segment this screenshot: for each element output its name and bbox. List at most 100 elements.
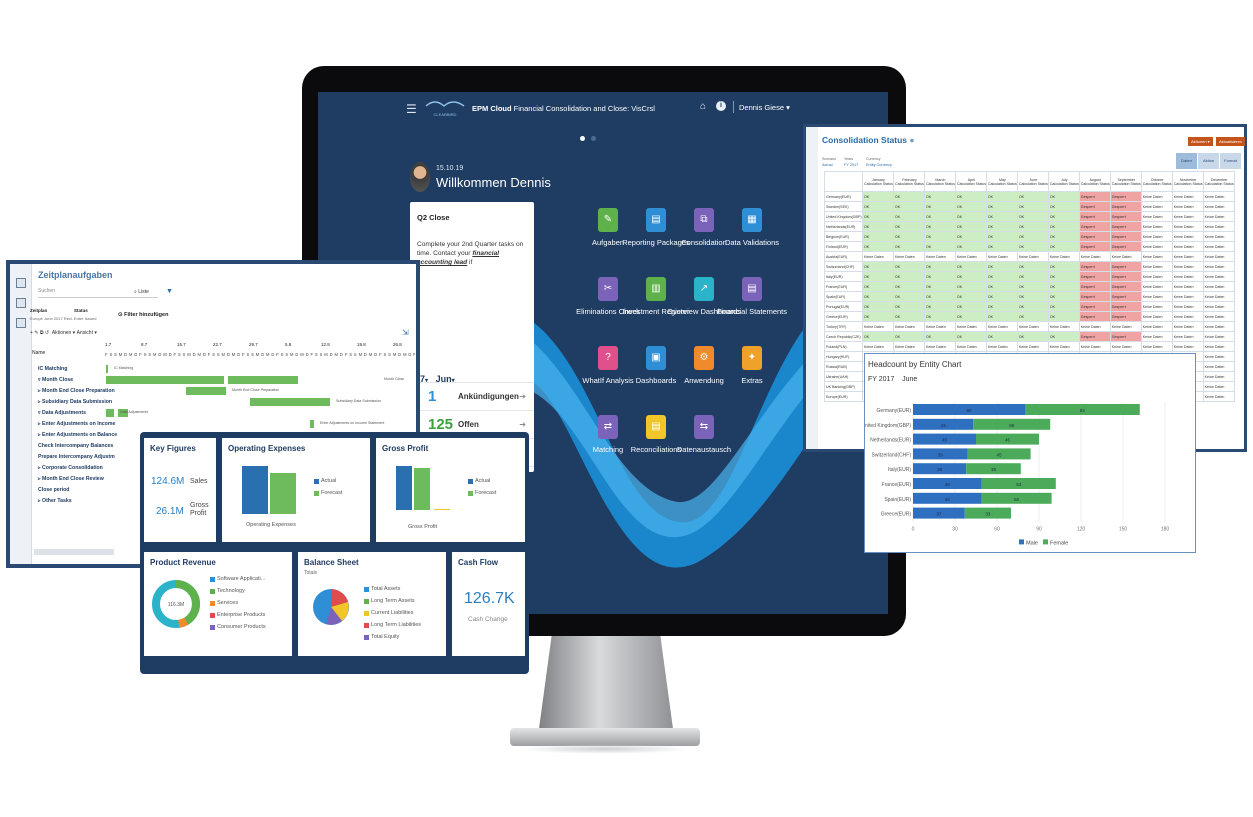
tile-financial-statements[interactable]: ▤ Financial Statements [712,277,792,316]
status-cell[interactable]: OK [1047,261,1080,272]
status-cell[interactable]: OK [923,241,956,252]
status-cell[interactable]: OK [862,261,894,272]
status-cell[interactable]: OK [923,331,956,342]
menu-icon[interactable]: ☰ [406,102,417,116]
status-cell[interactable]: OK [954,311,987,322]
table-row[interactable]: Sweden(SEK) OK OK OK OK OK OK OK Gesperrt Gesperr… [824,201,1235,212]
task-row[interactable]: Close period [38,487,69,493]
status-cell[interactable]: OK [985,231,1018,242]
status-cell[interactable]: Keine Daten [1109,321,1142,332]
status-cell[interactable]: OK [954,191,987,202]
help-icon[interactable]: ● [909,135,914,145]
status-cell[interactable]: Keine Daten [1202,311,1235,322]
status-cell[interactable]: Keine Daten [954,321,987,332]
list-toggle[interactable]: ⌕ Liste [134,289,149,295]
status-cell[interactable]: Keine Daten [1171,241,1204,252]
status-cell[interactable]: Gesperrt [1078,221,1111,232]
status-cell[interactable]: Keine Daten [1202,211,1235,222]
refresh-button[interactable]: Aktualisieren [1216,137,1245,146]
status-cell[interactable]: Keine Daten [1171,191,1204,202]
status-cell[interactable]: OK [923,301,956,312]
status-cell[interactable]: OK [862,241,894,252]
status-cell[interactable]: OK [1047,231,1080,242]
status-cell[interactable]: OK [985,201,1018,212]
table-row[interactable]: Switzerland(CHF) OK OK OK OK OK OK OK Gesperrt Ge… [824,261,1235,272]
table-row[interactable]: Finland(EUR) OK OK OK OK OK OK OK Gesperrt Gesper… [824,241,1235,252]
status-cell[interactable]: OK [892,301,925,312]
status-cell[interactable]: Keine Daten [1202,261,1235,272]
status-cell[interactable]: OK [1016,271,1049,282]
balance-sheet-card[interactable]: Balance Sheet Totals Total Assets Long Te… [298,552,446,656]
task-row[interactable]: ▹ Month End Close Review [38,476,104,482]
home-icon[interactable]: ⌂ [700,101,706,112]
actions-menu[interactable]: Aktionen ▾ [52,330,75,336]
status-cell[interactable]: OK [985,191,1018,202]
status-cell[interactable]: Keine Daten [1202,191,1235,202]
table-row[interactable]: Poland(PLN) Keine Daten Keine Daten Keine D… [824,341,1235,352]
status-cell[interactable]: Gesperrt [1109,331,1142,342]
status-cell[interactable]: Keine Daten [1171,321,1204,332]
panel-tab[interactable]: Aktion [1198,153,1219,169]
status-cell[interactable]: OK [1047,241,1080,252]
status-cell[interactable]: OK [892,271,925,282]
status-cell[interactable]: OK [985,211,1018,222]
status-cell[interactable]: OK [985,261,1018,272]
status-cell[interactable]: OK [892,201,925,212]
status-cell[interactable]: Keine Daten [985,251,1018,262]
status-cell[interactable]: Keine Daten [1202,241,1235,252]
status-cell[interactable]: Gesperrt [1109,241,1142,252]
status-cell[interactable]: Keine Daten [985,341,1018,352]
status-cell[interactable]: OK [985,241,1018,252]
status-cell[interactable]: Keine Daten [1202,281,1235,292]
status-cell[interactable]: Keine Daten [1171,261,1204,272]
task-row[interactable]: ▿ Month Close [38,377,73,383]
status-cell[interactable]: Gesperrt [1109,231,1142,242]
status-cell[interactable]: OK [1047,191,1080,202]
table-row[interactable]: Greece(EUR) OK OK OK OK OK OK OK Gesperrt Gesperr… [824,311,1235,322]
actions-button[interactable]: Aktionen ▾ [1188,137,1213,146]
task-row[interactable]: ▹ Subsidiary Data Submission [38,399,112,405]
status-cell[interactable]: Keine Daten [1016,341,1049,352]
status-cell[interactable]: Keine Daten [1078,341,1111,352]
status-cell[interactable]: OK [1047,271,1080,282]
gantt-bar[interactable] [250,398,330,406]
status-cell[interactable]: Keine Daten [1140,251,1173,262]
table-row[interactable]: Belgium(EUR) OK OK OK OK OK OK OK Gesperrt Gesper… [824,231,1235,242]
status-cell[interactable]: OK [1016,331,1049,342]
status-cell[interactable]: Keine Daten [1202,391,1235,402]
status-cell[interactable]: OK [1016,281,1049,292]
status-cell[interactable]: Keine Daten [923,251,956,262]
status-cell[interactable]: OK [1016,191,1049,202]
status-cell[interactable]: Keine Daten [892,341,925,352]
table-row[interactable]: France(EUR) OK OK OK OK OK OK OK Gesperrt Gesperr… [824,281,1235,292]
status-cell[interactable]: OK [892,291,925,302]
status-cell[interactable]: OK [954,271,987,282]
grid-icon[interactable] [16,318,26,328]
gantt-bar[interactable] [186,387,226,395]
status-cell[interactable]: Keine Daten [1171,301,1204,312]
table-row[interactable]: Italy(EUR) OK OK OK OK OK OK OK Gesperrt Gesperrt… [824,271,1235,282]
status-cell[interactable]: OK [1047,291,1080,302]
task-row[interactable]: Prepare Intercompany Adjustm [38,454,115,460]
status-cell[interactable]: OK [1016,231,1049,242]
table-row[interactable]: United Kingdom(GBP) OK OK OK OK OK OK OK Gesperr… [824,211,1235,222]
table-row[interactable]: Spain(EUR) OK OK OK OK OK OK OK Gesperrt Gesperrt… [824,291,1235,302]
status-cell[interactable]: OK [1016,301,1049,312]
status-cell[interactable]: OK [862,301,894,312]
status-cell[interactable]: OK [862,281,894,292]
table-row[interactable]: Turkey(TRY) Keine Daten Keine Daten Keine D… [824,321,1235,332]
status-cell[interactable]: Keine Daten [862,341,894,352]
status-cell[interactable]: OK [923,201,956,212]
status-cell[interactable]: Keine Daten [1171,231,1204,242]
status-cell[interactable]: Gesperrt [1078,211,1111,222]
gantt-bar[interactable] [228,376,298,384]
status-cell[interactable]: Keine Daten [1171,211,1204,222]
table-row[interactable]: Germany(EUR) OK OK OK OK OK OK OK Gesperrt Gesper… [824,191,1235,202]
status-cell[interactable]: Gesperrt [1109,221,1142,232]
gantt-bar[interactable] [106,376,224,384]
status-cell[interactable]: Gesperrt [1078,311,1111,322]
status-cell[interactable]: Gesperrt [1109,201,1142,212]
status-cell[interactable]: OK [923,281,956,292]
status-cell[interactable]: OK [954,291,987,302]
panel-tab[interactable]: Daten [1176,153,1197,169]
